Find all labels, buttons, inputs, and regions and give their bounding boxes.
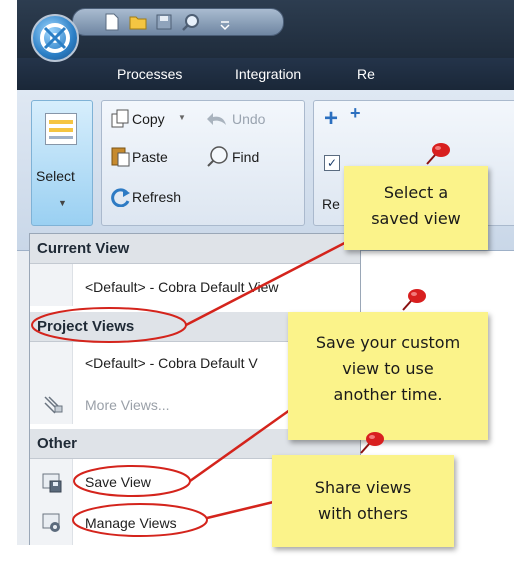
find-icon [206,145,230,167]
save-icon[interactable] [155,13,173,31]
find-button[interactable]: Find [232,149,259,165]
more-views-icon [42,394,64,414]
refresh-button[interactable]: Refresh [132,189,181,205]
current-view-header: Current View [30,234,360,264]
menu-reports[interactable]: Re [357,66,375,82]
more-views-item: More Views... [85,397,170,413]
undo-icon [206,109,228,129]
current-view-item[interactable]: <Default> - Cobra Default View [85,279,279,295]
customize-dropdown-icon[interactable] [219,13,237,31]
dropdown-arrow-icon[interactable]: ▼ [178,113,186,122]
partial-ribbon-label: Re [322,196,340,212]
push-pin-icon [400,287,430,313]
paste-icon [110,145,130,167]
app-logo-icon[interactable] [31,14,79,62]
push-pin-icon [424,141,454,167]
note-line: Share views [314,478,412,497]
note-line: Select a [383,183,449,202]
chevron-down-icon[interactable]: ▼ [58,198,67,208]
menu-integration[interactable]: Integration [235,66,301,82]
note-line: another time. [333,385,443,404]
add-child-icon[interactable]: + [350,103,361,124]
select-button[interactable]: Select [36,168,75,184]
title-bar [17,0,514,62]
note-line: view to use [342,359,434,378]
note-line: Save your custom [315,333,461,352]
workspace-background [17,251,29,545]
menu-processes[interactable]: Processes [117,66,182,82]
undo-button[interactable]: Undo [232,111,265,127]
share-views-note: Share views with others [272,455,454,547]
checkbox[interactable]: ✓ [324,155,340,171]
select-view-icon[interactable] [45,113,77,145]
refresh-icon [110,187,132,207]
copy-button[interactable]: Copy [132,111,165,127]
save-view-item[interactable]: Save View [85,474,151,490]
select-view-note: Select a saved view [344,166,488,250]
menu-bar: Processes Integration Re [17,58,514,90]
select-group: Select ▼ [31,100,93,226]
open-folder-icon[interactable] [129,13,147,31]
quick-access-toolbar [72,8,284,36]
note-line: saved view [371,209,461,228]
manage-views-item[interactable]: Manage Views [85,515,177,531]
manage-views-icon [41,512,63,534]
search-icon[interactable] [181,13,199,31]
add-icon[interactable]: + [324,105,338,133]
project-view-item[interactable]: <Default> - Cobra Default V [85,355,258,371]
note-line: with others [318,504,408,523]
save-custom-view-note: Save your custom view to use another tim… [288,312,488,440]
clipboard-group: Copy ▼ Undo Paste Find Refresh [101,100,305,226]
paste-button[interactable]: Paste [132,149,168,165]
push-pin-icon [358,430,388,456]
menu-gutter [30,264,73,306]
new-document-icon[interactable] [103,13,121,31]
copy-icon [110,109,130,129]
save-view-icon [41,472,63,494]
